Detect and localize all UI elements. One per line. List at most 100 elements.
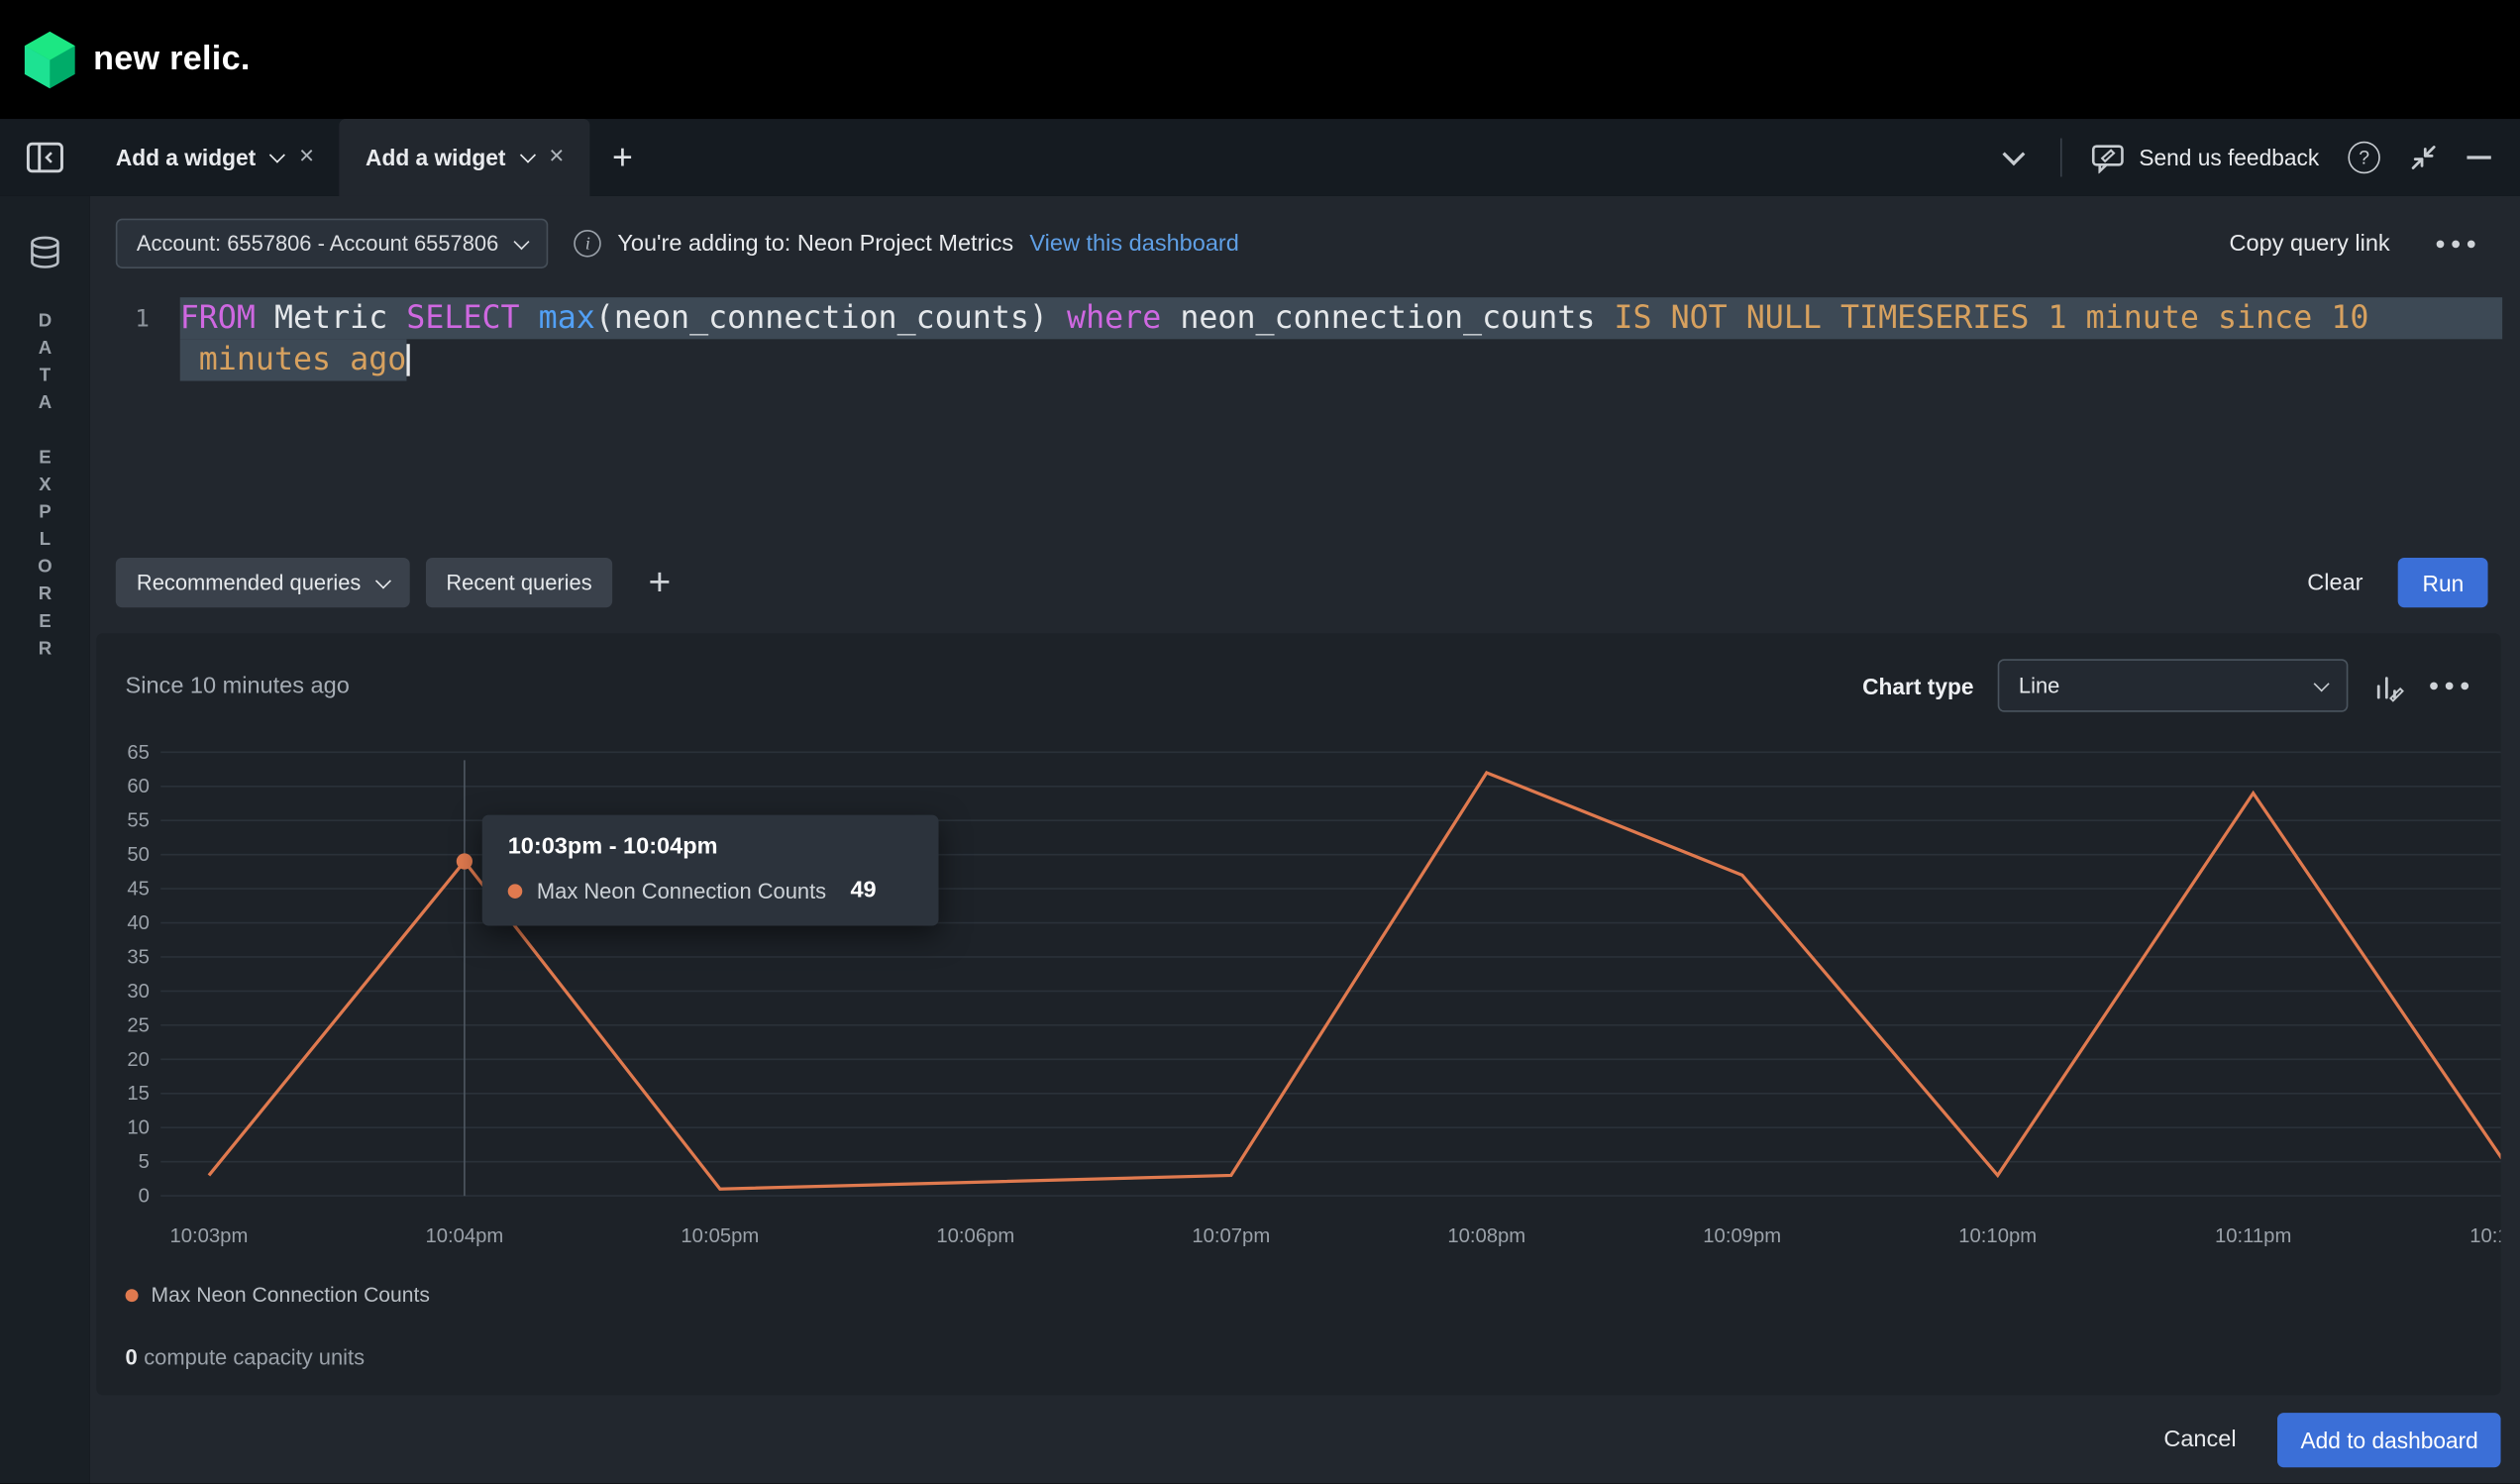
x-tick-label: 10:06pm [936,1225,1014,1247]
recommended-queries-label: Recommended queries [137,571,361,594]
tab-add-widget-1[interactable]: Add a widget × [90,119,340,196]
code-line: minutes ago [90,339,2520,380]
tab-strip: Add a widget × Add a widget × + Send us … [0,119,2520,196]
adding-to-text: You're adding to: Neon Project Metrics [617,231,1013,257]
recent-queries-label: Recent queries [446,571,591,594]
chevron-down-icon [2314,676,2330,691]
compute-capacity-value: 0 [126,1345,138,1369]
tab-overflow-chevron-icon[interactable] [2002,142,2025,164]
run-button[interactable]: Run [2398,558,2487,607]
x-tick-label: 10:04pm [425,1225,503,1247]
close-tab-icon[interactable]: × [299,143,314,171]
chart-card-header: Since 10 minutes ago Chart type Line [126,659,2501,712]
chart-tooltip: 10:03pm - 10:04pm Max Neon Connection Co… [482,815,939,926]
y-tick-label: 30 [127,981,150,1003]
close-tab-icon[interactable]: × [549,143,564,171]
feedback-icon [2091,143,2125,173]
query-header-row: Account: 6557806 - Account 6557806 i You… [90,196,2520,281]
chart-area: 0510152025303540455055606510:03pm10:04pm… [126,731,2501,1270]
new-relic-logo-icon [23,29,77,90]
code-token: TIMESERIES [1840,297,2029,339]
view-dashboard-link[interactable]: View this dashboard [1029,231,1238,257]
y-tick-label: 35 [127,946,150,968]
x-tick-label: 10:09pm [1703,1225,1781,1247]
copy-query-link-button[interactable]: Copy query link [2230,231,2390,257]
chart-type-value: Line [2019,674,2059,697]
x-tick-label: 10:05pm [681,1225,759,1247]
database-icon[interactable] [28,235,63,270]
help-icon[interactable]: ? [2348,142,2379,173]
divider [2060,139,2062,177]
query-text-line-2[interactable]: minutes ago [180,339,407,380]
y-tick-label: 65 [127,742,150,764]
recent-queries-button[interactable]: Recent queries [425,558,613,607]
code-token: where [1067,297,1161,339]
collapse-window-icon[interactable] [2409,143,2438,171]
send-feedback-button[interactable]: Send us feedback [2091,143,2320,173]
compute-capacity-label: compute capacity units [144,1345,365,1369]
minimize-icon[interactable] [2467,156,2490,159]
code-token: FROM [180,297,256,339]
add-query-button[interactable]: + [648,560,671,604]
code-token [2029,297,2048,339]
main-panel: Account: 6557806 - Account 6557806 i You… [90,196,2520,1484]
tab-add-widget-2[interactable]: Add a widget × [340,119,589,196]
recommended-queries-button[interactable]: Recommended queries [116,558,409,607]
chevron-down-icon[interactable] [519,148,535,163]
code-token: neon_connection_counts [1161,297,1614,339]
edit-chart-icon[interactable] [2372,670,2404,701]
y-tick-label: 15 [127,1083,150,1105]
account-selector[interactable]: Account: 6557806 - Account 6557806 [116,219,549,268]
code-token [2312,297,2331,339]
tab-label: Add a widget [116,145,256,170]
top-header: new relic. [0,0,2520,119]
line-chart[interactable]: 0510152025303540455055606510:03pm10:04pm… [126,731,2501,1261]
x-tick-label: 10:07pm [1192,1225,1270,1247]
code-token: minutes ago [180,339,407,380]
code-token [2199,297,2218,339]
y-tick-label: 60 [127,776,150,797]
y-tick-label: 20 [127,1049,150,1071]
code-token: (neon_connection_counts) [595,297,1067,339]
nrql-editor[interactable]: 1 FROM Metric SELECT max(neon_connection… [90,281,2520,539]
y-tick-label: 25 [127,1014,150,1036]
chart-card: Since 10 minutes ago Chart type Line [96,633,2500,1395]
add-to-dashboard-button[interactable]: Add to dashboard [2278,1412,2501,1466]
tab-label: Add a widget [366,145,505,170]
chart-legend[interactable]: Max Neon Connection Counts [126,1283,2501,1307]
body: DATA EXPLORER Account: 6557806 - Account… [0,196,2520,1484]
more-options-icon[interactable]: ●●● [2435,234,2481,253]
code-token [520,297,539,339]
legend-color-dot [126,1288,139,1301]
app-root: new relic. Add a widget × Add a widget ×… [0,0,2520,1484]
tooltip-series-value: 49 [850,878,876,903]
chart-more-options-icon[interactable]: ●●● [2429,676,2475,694]
tabs: Add a widget × Add a widget × + [90,119,633,196]
query-text-line-1[interactable]: FROM Metric SELECT max(neon_connection_c… [180,297,2502,339]
tooltip-time-range: 10:03pm - 10:04pm [508,834,913,860]
code-line: 1 FROM Metric SELECT max(neon_connection… [90,297,2520,339]
x-tick-label: 10:10pm [1958,1225,2037,1247]
feedback-label: Send us feedback [2139,145,2319,170]
new-tab-button[interactable]: + [612,119,633,196]
toolbar-actions: Clear Run [2307,558,2487,607]
code-token: since [2218,297,2312,339]
chevron-down-icon[interactable] [269,148,285,163]
code-token: Metric [256,297,406,339]
clear-button[interactable]: Clear [2307,570,2362,595]
query-toolbar: Recommended queries Recent queries + Cle… [90,539,2520,630]
left-sidebar: DATA EXPLORER [0,196,90,1484]
code-token: 10 [2331,297,2368,339]
x-tick-label: 10:03pm [169,1225,248,1247]
y-tick-label: 0 [139,1186,150,1208]
code-token [1822,297,1840,339]
chart-controls: Chart type Line ●●● [1862,659,2474,712]
code-token: max [539,297,595,339]
x-tick-label: 10:11pm [2215,1225,2291,1247]
y-tick-label: 45 [127,879,150,901]
y-tick-label: 10 [127,1117,150,1139]
data-explorer-panel-icon[interactable] [0,119,90,196]
chart-type-select[interactable]: Line [1998,659,2349,712]
cancel-button[interactable]: Cancel [2163,1427,2236,1452]
text-caret [406,344,409,375]
